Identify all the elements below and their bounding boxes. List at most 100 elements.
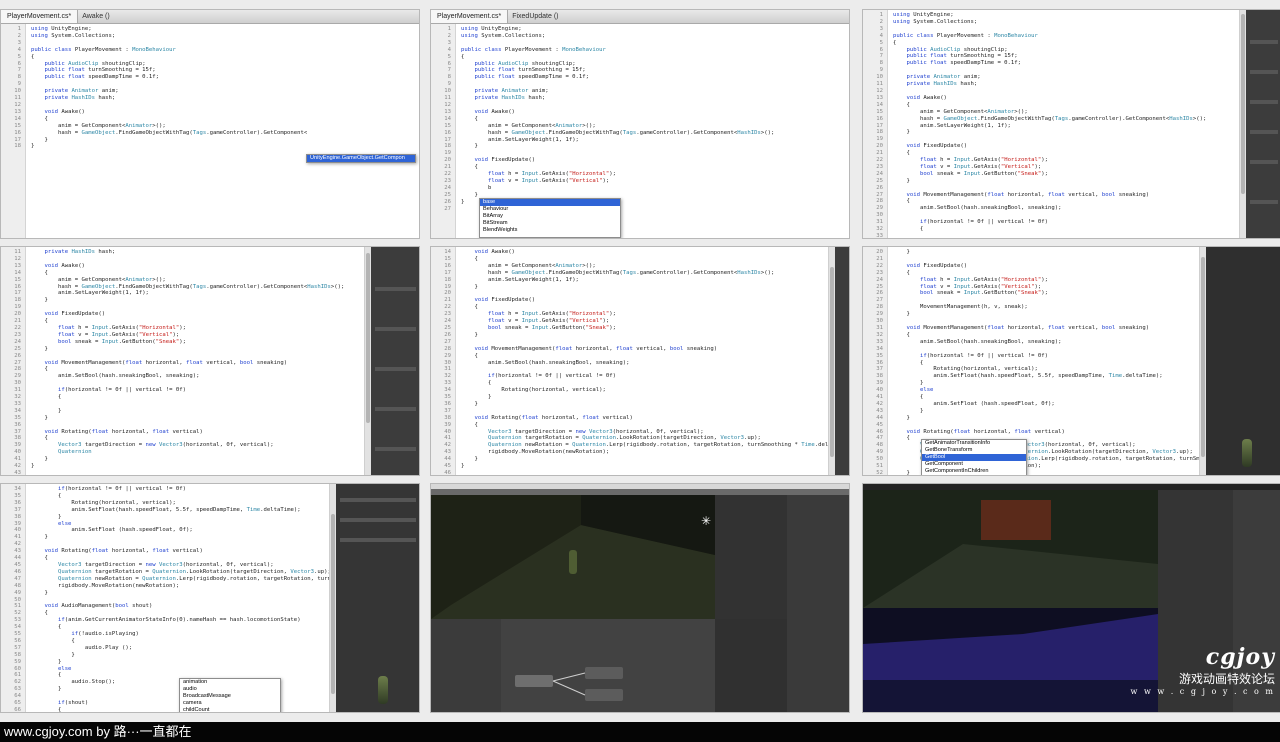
code-line[interactable]: 25 } [863, 178, 1246, 185]
code-line[interactable]: 5{ [1, 54, 419, 61]
code-line[interactable]: 33 anim.SetBool(hash.sneakingBool, sneak… [863, 339, 1206, 346]
autocomplete-item[interactable]: BlendWeights [480, 227, 620, 234]
code-line[interactable]: 10 private Animator anim; [863, 74, 1246, 81]
code-line[interactable]: 53 if(anim.GetCurrentAnimatorStateInfo(0… [1, 617, 336, 624]
code-line[interactable]: 13 void Awake() [1, 263, 371, 270]
code-line[interactable]: 13 void Awake() [1, 109, 419, 116]
code-line[interactable]: 49 } [1, 590, 336, 597]
code-line[interactable]: 29 } [863, 311, 1206, 318]
code-line[interactable]: 33 { [431, 380, 835, 387]
code-line[interactable]: 20 [431, 290, 835, 297]
code-editor[interactable]: 14 void Awake() 15 {16 anim = GetComponen… [431, 247, 849, 475]
code-line[interactable]: 29 anim.SetBool(hash.sneakingBool, sneak… [1, 373, 371, 380]
code-line[interactable]: 66 { [1, 707, 336, 712]
code-line[interactable]: 36 } [431, 401, 835, 408]
code-line[interactable]: 58 } [1, 652, 336, 659]
code-line[interactable]: 20 void FixedUpdate() [1, 311, 371, 318]
code-line[interactable]: 18 anim.SetLayerWeight(1, 1f); [431, 277, 835, 284]
code-line[interactable]: 15 anim = GetComponent<Animator>(); [1, 277, 371, 284]
code-line[interactable]: 3 [431, 40, 849, 47]
code-line[interactable]: 16 hash = GameObject.FindGameObjectWithT… [863, 116, 1246, 123]
code-line[interactable]: 7 public float turnSmoothing = 15f; [431, 67, 849, 74]
code-line[interactable]: 24 bool sneak = Input.GetButton("Sneak")… [1, 339, 371, 346]
code-line[interactable]: 52 } [863, 470, 1206, 475]
code-editor[interactable]: 11 private HashIDs hash; 12 13 void Awake(… [1, 247, 371, 475]
code-line[interactable]: 32 { [863, 226, 1246, 233]
code-line[interactable]: 45} [431, 463, 835, 470]
code-line[interactable]: 24 bool sneak = Input.GetButton("Sneak")… [863, 171, 1246, 178]
code-line[interactable]: 39 } [863, 380, 1206, 387]
code-line[interactable]: 19 [431, 150, 849, 157]
code-line[interactable]: 9 [863, 67, 1246, 74]
autocomplete-item[interactable]: BitStream [480, 220, 620, 227]
code-line[interactable]: 61 { [1, 672, 336, 679]
code-line[interactable]: 15 anim = GetComponent<Animator>(); [431, 123, 849, 130]
code-line[interactable]: 25 } [1, 346, 371, 353]
code-line[interactable]: 6 public AudioClip shoutingClip; [431, 61, 849, 68]
code-line[interactable]: 17 anim.SetLayerWeight(1, 1f); [431, 137, 849, 144]
code-line[interactable]: 17 anim.SetLayerWeight(1, 1f); [1, 290, 371, 297]
code-line[interactable]: 41 } [1, 534, 336, 541]
autocomplete-item[interactable]: BroadcastMessage [180, 693, 280, 700]
code-line[interactable]: 34 [863, 346, 1206, 353]
code-line[interactable]: 8 public float speedDampTime = 0.1f; [431, 74, 849, 81]
code-line[interactable]: 21 void FixedUpdate() [431, 297, 835, 304]
code-line[interactable]: 4 public class PlayerMovement : MonoBehav… [431, 47, 849, 54]
code-line[interactable]: 16 anim = GetComponent<Animator>(); [431, 263, 835, 270]
code-line[interactable]: 44 { [1, 555, 336, 562]
code-line[interactable]: 51 rigidbody.MoveRotation(newRotation); [863, 463, 1206, 470]
code-line[interactable]: 22 { [431, 304, 835, 311]
code-line[interactable]: 28 { [863, 198, 1246, 205]
code-line[interactable]: 28 void MovementManagement(float horizon… [431, 346, 835, 353]
animator-parameters[interactable] [431, 619, 501, 712]
code-line[interactable]: 14 { [863, 102, 1246, 109]
code-line[interactable]: 16 hash = GameObject.FindGameObjectWithT… [1, 284, 371, 291]
code-line[interactable]: 14 { [1, 270, 371, 277]
code-line[interactable]: 12 [1, 102, 419, 109]
code-line[interactable]: 37 Rotating(horizontal, vertical); [863, 366, 1206, 373]
code-editor[interactable]: 1 using UnityEngine; 2 using System.Collect… [1, 24, 419, 238]
editor-scrollbar[interactable] [828, 247, 835, 475]
code-line[interactable]: 27 [431, 339, 835, 346]
hierarchy-panel[interactable] [715, 495, 787, 619]
code-line[interactable]: 23 float v = Input.GetAxis("Vertical"); [863, 164, 1246, 171]
code-line[interactable]: 31 if(horizontal != 0f || vertical != 0f… [863, 219, 1246, 226]
code-line[interactable]: 16 hash = GameObject.FindGameObjectWithT… [431, 130, 849, 137]
code-line[interactable]: 21 { [863, 150, 1246, 157]
code-line[interactable]: 33 [1, 401, 371, 408]
code-line[interactable]: 9 [431, 81, 849, 88]
code-editor[interactable]: 1 using UnityEngine; 2 using System.Collect… [431, 24, 849, 238]
code-editor[interactable]: 1 using UnityEngine; 2 using System.Collect… [863, 10, 1246, 238]
code-line[interactable]: 54 { [1, 624, 336, 631]
code-line[interactable]: 10 private Animator anim; [1, 88, 419, 95]
code-line[interactable]: 23 float v = Input.GetAxis("Vertical"); [1, 332, 371, 339]
code-line[interactable]: 12 [431, 102, 849, 109]
code-line[interactable]: 26 [1, 353, 371, 360]
code-line[interactable]: 3 [863, 26, 1246, 33]
code-line[interactable]: 27 void MovementManagement(float horizon… [1, 360, 371, 367]
code-line[interactable]: 34 } [1, 408, 371, 415]
code-line[interactable]: 57 audio.Play (); [1, 645, 336, 652]
code-line[interactable]: 11 private HashIDs hash; [1, 95, 419, 102]
code-line[interactable]: 33 [863, 233, 1246, 238]
code-line[interactable]: 47 { [863, 435, 1206, 442]
code-line[interactable]: 35 } [1, 415, 371, 422]
code-line[interactable]: 63 } [1, 686, 336, 693]
autocomplete-popup[interactable]: GetAnimatorTransitionInfo GetBoneTransfor… [921, 439, 1027, 475]
code-line[interactable]: 4 public class PlayerMovement : MonoBehav… [1, 47, 419, 54]
code-line[interactable]: 50 Quaternion newRotation = Quaternion.L… [863, 456, 1280, 463]
code-line[interactable]: 32 if(horizontal != 0f || vertical != 0f… [431, 373, 835, 380]
code-line[interactable]: 40 anim.SetFloat (hash.speedFloat, 0f); [1, 527, 336, 534]
code-line[interactable]: 29 anim.SetBool(hash.sneakingBool, sneak… [863, 205, 1246, 212]
code-line[interactable]: 43 void Rotating(float horizontal, float… [1, 548, 336, 555]
file-tab[interactable]: PlayerMovement.cs* [431, 10, 509, 23]
autocomplete-item[interactable]: GetBool [922, 454, 1026, 461]
code-line[interactable]: 15 { [431, 256, 835, 263]
file-tab[interactable]: PlayerMovement.cs* [1, 10, 79, 23]
code-line[interactable]: 37 [431, 408, 835, 415]
code-line[interactable]: 20 void FixedUpdate() [863, 143, 1246, 150]
autocomplete-popup[interactable]: base Behaviour BitArray BitStream BlendWeigh… [479, 198, 621, 238]
code-line[interactable]: 22 float h = Input.GetAxis("Horizontal")… [431, 171, 849, 178]
autocomplete-item[interactable]: camera [180, 700, 280, 707]
code-line[interactable]: 22 float h = Input.GetAxis("Horizontal")… [1, 325, 371, 332]
